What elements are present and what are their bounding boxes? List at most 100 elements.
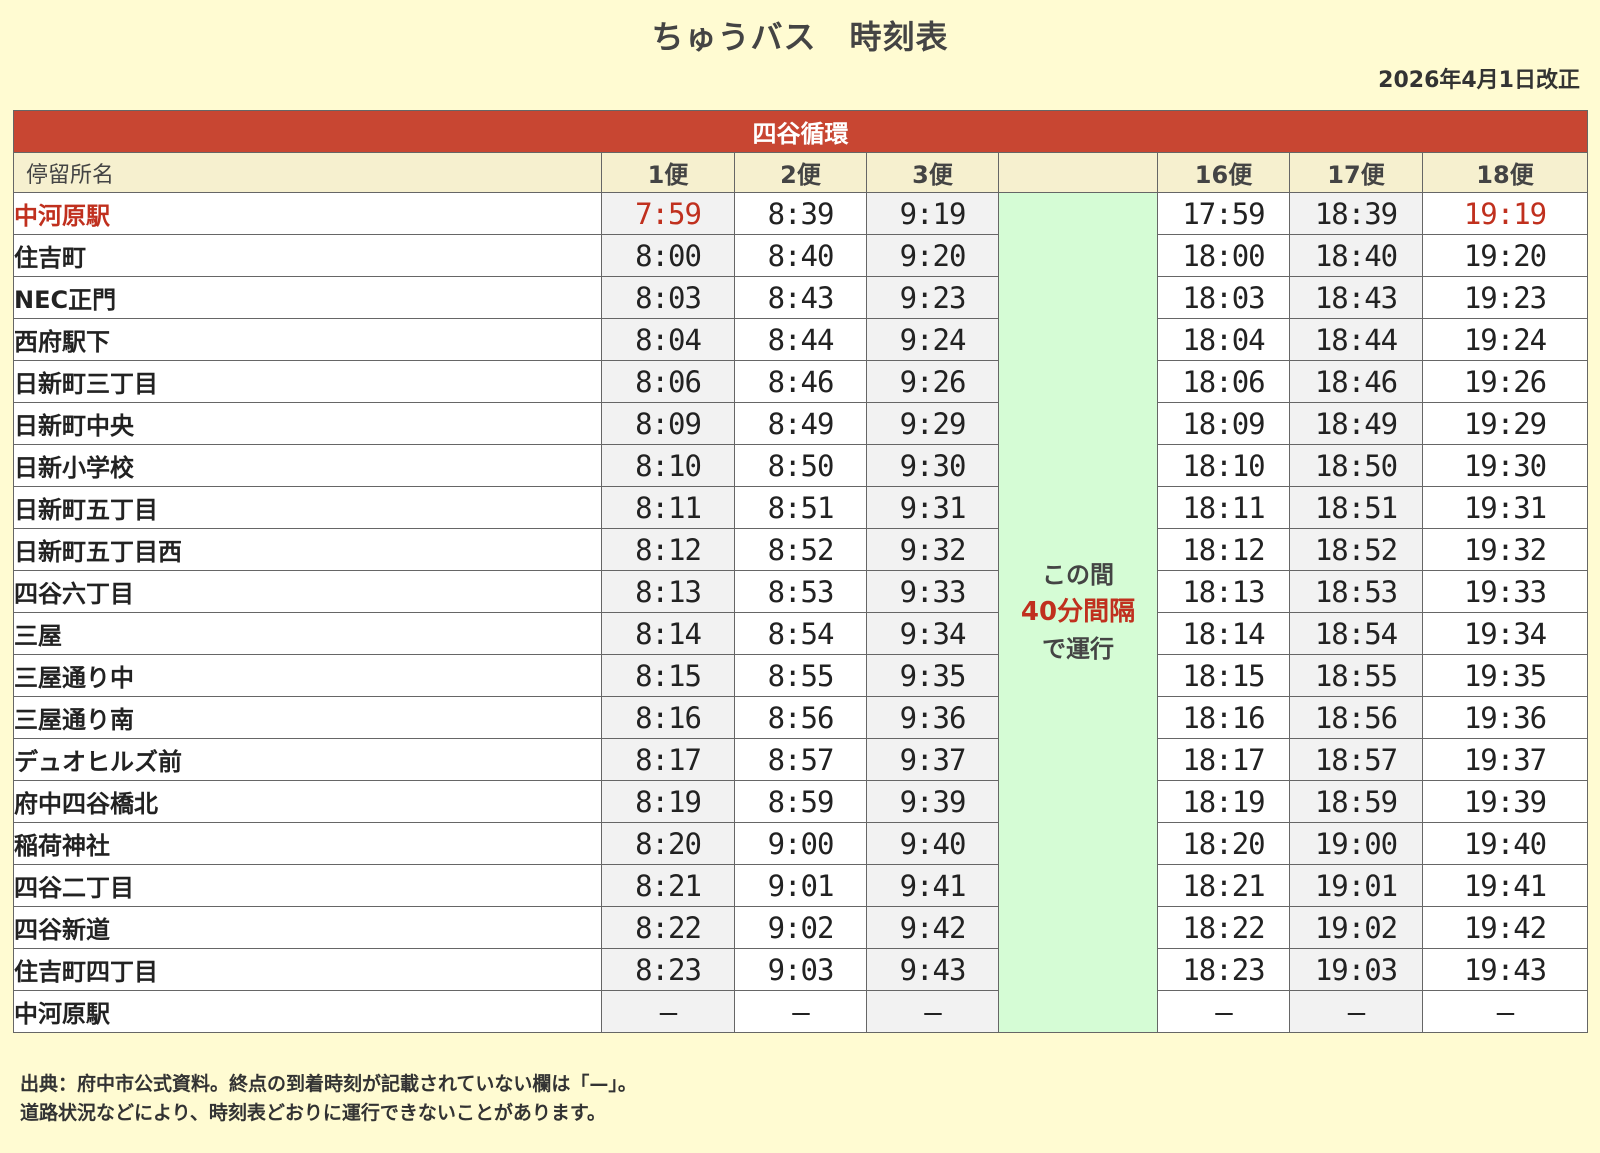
departure-time: 18:03 [1157,276,1290,319]
departure-time: 18:56 [1289,696,1423,739]
departure-time: 19:02 [1289,906,1423,949]
interval-note-line: この間 [1042,561,1114,589]
stop-name: 三屋通り南 [13,696,602,739]
table-row: 稲荷神社 8:20 9:00 9:40 18:20 19:00 19:40 [13,822,1588,865]
departure-time: 8:06 [601,360,735,403]
departure-time: 18:40 [1289,234,1423,277]
departure-time: 19:26 [1422,360,1588,403]
departure-time: 18:43 [1289,276,1423,319]
departure-time: 18:46 [1289,360,1423,403]
table-row: 西府駅下 8:04 8:44 9:24 18:04 18:44 19:24 [13,318,1588,361]
footnote-disclaimer: 道路状況などにより、時刻表どおりに運行できないことがあります。 [20,1102,606,1124]
departure-time: 8:55 [734,654,867,697]
stop-name: 日新町五丁目 [13,486,602,529]
departure-time: 9:01 [734,864,867,907]
table-row: 住吉町四丁目 8:23 9:03 9:43 18:23 19:03 19:43 [13,948,1588,991]
departure-time: 18:55 [1289,654,1423,697]
stop-name: 中河原駅 [13,192,602,235]
departure-time: 19:19 [1422,192,1588,235]
departure-time: 8:11 [601,486,735,529]
departure-time: 19:20 [1422,234,1588,277]
departure-time: 19:39 [1422,780,1588,823]
departure-time: 8:12 [601,528,735,571]
footnote: 出典：府中市公式資料。終点の到着時刻が記載されていない欄は「—」。 道路状況など… [20,1070,637,1128]
departure-time: 8:22 [601,906,735,949]
departure-time: 18:16 [1157,696,1290,739]
departure-time: 8:20 [601,822,735,865]
departure-time: 9:39 [866,780,999,823]
revision-date: 2026年4月1日改正 [1378,68,1580,93]
gap-header [998,152,1158,193]
departure-time: 19:35 [1422,654,1588,697]
departure-time: 8:56 [734,696,867,739]
timetable-body: 中河原駅 7:59 8:39 9:19 この間 40分間隔 で運行 17:59 18:39 19:… [13,192,1588,1033]
table-row: 四谷新道 8:22 9:02 9:42 18:22 19:02 19:42 [13,906,1588,949]
departure-time: 8:00 [601,234,735,277]
departure-time: 19:42 [1422,906,1588,949]
departure-time: 18:04 [1157,318,1290,361]
departure-time: 8:16 [601,696,735,739]
table-row: 日新小学校 8:10 8:50 9:30 18:10 18:50 19:30 [13,444,1588,487]
departure-time: 8:40 [734,234,867,277]
stop-name: 府中四谷橋北 [13,780,602,823]
departure-time: 18:09 [1157,402,1290,445]
table-row: 住吉町 8:00 8:40 9:20 18:00 18:40 19:20 [13,234,1588,277]
departure-time: 9:31 [866,486,999,529]
stop-column-header: 停留所名 [13,152,602,193]
table-row: 四谷二丁目 8:21 9:01 9:41 18:21 19:01 19:41 [13,864,1588,907]
stop-name: 日新町五丁目西 [13,528,602,571]
stop-name: 日新小学校 [13,444,602,487]
departure-time: 19:03 [1289,948,1423,991]
departure-time: 17:59 [1157,192,1290,235]
stop-name: 三屋通り中 [13,654,602,697]
departure-time: 9:20 [866,234,999,277]
stop-name: 日新町中央 [13,402,602,445]
departure-time: 9:37 [866,738,999,781]
departure-time: – [1422,990,1588,1033]
departure-time: 8:09 [601,402,735,445]
departure-time: 9:36 [866,696,999,739]
departure-time: 8:51 [734,486,867,529]
departure-time: 18:17 [1157,738,1290,781]
departure-time: 19:34 [1422,612,1588,655]
departure-time: 18:15 [1157,654,1290,697]
departure-time: 18:12 [1157,528,1290,571]
departure-time: 19:40 [1422,822,1588,865]
departure-time: 9:00 [734,822,867,865]
departure-time: 19:43 [1422,948,1588,991]
stop-name: NEC正門 [13,276,602,319]
stop-name: 四谷新道 [13,906,602,949]
departure-time: 9:19 [866,192,999,235]
departure-time: 19:32 [1422,528,1588,571]
departure-time: 19:23 [1422,276,1588,319]
departure-time: 8:46 [734,360,867,403]
departure-time: 9:35 [866,654,999,697]
table-row: 三屋 8:14 8:54 9:34 18:14 18:54 19:34 [13,612,1588,655]
departure-time: – [866,990,999,1033]
departure-time: 19:00 [1289,822,1423,865]
footnote-source: 出典：府中市公式資料。終点の到着時刻が記載されていない欄は「—」。 [20,1073,637,1095]
interval-note: この間 40分間隔 で運行 [998,192,1158,1033]
departure-time: 8:23 [601,948,735,991]
departure-time: 8:50 [734,444,867,487]
table-row: デュオヒルズ前 8:17 8:57 9:37 18:17 18:57 19:37 [13,738,1588,781]
departure-time: 8:39 [734,192,867,235]
departure-time: 18:06 [1157,360,1290,403]
departure-time: 18:54 [1289,612,1423,655]
departure-time: 18:22 [1157,906,1290,949]
departure-time: 8:54 [734,612,867,655]
stop-name: 四谷六丁目 [13,570,602,613]
departure-time: – [734,990,867,1033]
departure-time: 18:52 [1289,528,1423,571]
departure-time: 18:10 [1157,444,1290,487]
departure-time: 8:52 [734,528,867,571]
route-name: 四谷循環 [13,110,1588,153]
departure-time: – [601,990,735,1033]
departure-time: 8:10 [601,444,735,487]
departure-time: 18:44 [1289,318,1423,361]
stop-name: 日新町三丁目 [13,360,602,403]
page-title: ちゅうバス 時刻表 [651,18,949,56]
trip-header: 2便 [734,152,867,193]
departure-time: 8:57 [734,738,867,781]
table-row: 中河原駅 – – – – – – [13,990,1588,1033]
